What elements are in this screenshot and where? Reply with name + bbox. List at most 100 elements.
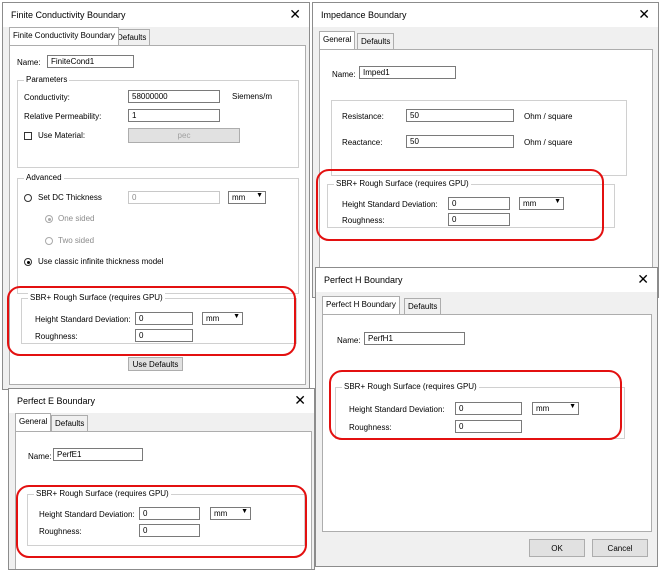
conductivity-label: Conductivity: xyxy=(24,93,70,102)
height-std-dev-input[interactable]: 0 xyxy=(139,507,200,520)
name-label: Name: xyxy=(337,336,361,345)
sbr-rough-surface-group: SBR+ Rough Surface (requires GPU) Height… xyxy=(21,293,297,344)
tab-defaults[interactable]: Defaults xyxy=(51,415,89,431)
tab-perfect-h[interactable]: Perfect H Boundary xyxy=(322,296,400,314)
conductivity-input[interactable]: 58000000 xyxy=(128,90,220,103)
permeability-input[interactable]: 1 xyxy=(128,109,220,122)
sbr-rough-surface-group: SBR+ Rough Surface (requires GPU) Height… xyxy=(335,382,625,439)
roughness-input[interactable]: 0 xyxy=(135,329,193,342)
tab-bar: Finite Conductivity Boundary Defaults xyxy=(9,27,299,45)
ok-button[interactable]: OK xyxy=(529,539,585,557)
impedance-group: Resistance: 50 Ohm / square Reactance: 5… xyxy=(331,100,627,176)
height-unit-select[interactable]: mm ▼ xyxy=(210,507,251,520)
name-input[interactable]: Imped1 xyxy=(359,66,456,79)
tab-general[interactable]: General xyxy=(15,413,52,431)
tab-panel: Name: Imped1 Resistance: 50 Ohm / square… xyxy=(319,49,653,293)
name-label: Name: xyxy=(332,70,356,79)
permeability-label: Relative Permeability: xyxy=(24,112,102,121)
height-unit-select[interactable]: mm ▼ xyxy=(532,402,579,415)
conductivity-unit: Siemens/m xyxy=(232,92,273,101)
two-sided-radio[interactable] xyxy=(45,237,53,245)
perfect-e-boundary-dialog: Perfect E Boundary ✕ General Defaults Na… xyxy=(8,388,315,570)
close-icon[interactable]: ✕ xyxy=(294,392,306,408)
parameters-label: Parameters xyxy=(24,75,70,84)
parameters-group: Parameters Conductivity: 58000000 Siemen… xyxy=(17,75,299,168)
roughness-label: Roughness: xyxy=(35,332,78,341)
tab-defaults[interactable]: Defaults xyxy=(357,33,395,49)
close-icon[interactable]: ✕ xyxy=(638,6,650,22)
title-bar: Perfect H Boundary ✕ xyxy=(316,268,657,292)
finite-conductivity-dialog: Finite Conductivity Boundary ✕ Finite Co… xyxy=(2,2,310,390)
dialog-title: Impedance Boundary xyxy=(321,10,407,20)
dialog-title: Finite Conductivity Boundary xyxy=(11,10,126,20)
sbr-rough-surface-group: SBR+ Rough Surface (requires GPU) Height… xyxy=(27,489,305,546)
reactance-label: Reactance: xyxy=(342,138,383,147)
height-std-dev-input[interactable]: 0 xyxy=(135,312,193,325)
dc-thickness-unit-select[interactable]: mm ▼ xyxy=(228,191,266,204)
use-material-label: Use Material: xyxy=(38,131,86,140)
height-unit: mm xyxy=(214,509,228,518)
tab-panel: Name: PerfE1 SBR+ Rough Surface (require… xyxy=(15,431,312,569)
perfect-h-boundary-dialog: Perfect H Boundary ✕ Perfect H Boundary … xyxy=(315,267,658,567)
dc-thickness-radio[interactable] xyxy=(24,194,32,202)
one-sided-label: One sided xyxy=(58,214,95,223)
advanced-label: Advanced xyxy=(24,173,64,182)
height-unit-select[interactable]: mm ▼ xyxy=(202,312,243,325)
name-label: Name: xyxy=(17,58,41,67)
material-button[interactable]: pec xyxy=(128,128,240,143)
sbr-rough-surface-group: SBR+ Rough Surface (requires GPU) Height… xyxy=(327,179,615,228)
chevron-down-icon: ▼ xyxy=(233,313,240,320)
sbr-rough-surface-label: SBR+ Rough Surface (requires GPU) xyxy=(334,179,471,188)
roughness-input[interactable]: 0 xyxy=(139,524,200,537)
chevron-down-icon: ▼ xyxy=(256,192,263,199)
cancel-button[interactable]: Cancel xyxy=(592,539,648,557)
resistance-input[interactable]: 50 xyxy=(406,109,514,122)
tab-bar: Perfect H Boundary Defaults xyxy=(322,296,652,314)
name-input[interactable]: PerfH1 xyxy=(364,332,465,345)
chevron-down-icon: ▼ xyxy=(554,198,561,205)
roughness-input[interactable]: 0 xyxy=(448,213,510,226)
title-bar: Impedance Boundary ✕ xyxy=(313,3,658,27)
two-sided-label: Two sided xyxy=(58,236,95,245)
tab-panel: Name: PerfH1 SBR+ Rough Surface (require… xyxy=(322,314,652,532)
tab-general[interactable]: General xyxy=(319,31,356,49)
use-material-checkbox[interactable] xyxy=(24,132,32,140)
name-label: Name: xyxy=(28,452,52,461)
classic-model-label: Use classic infinite thickness model xyxy=(38,257,164,266)
height-std-dev-input[interactable]: 0 xyxy=(455,402,522,415)
name-input[interactable]: PerfE1 xyxy=(53,448,143,461)
reactance-input[interactable]: 50 xyxy=(406,135,514,148)
tab-panel: Name: FiniteCond1 Parameters Conductivit… xyxy=(9,45,306,385)
dc-thickness-input[interactable]: 0 xyxy=(128,191,220,204)
height-std-dev-label: Height Standard Deviation: xyxy=(342,200,438,209)
dc-thickness-unit: mm xyxy=(232,193,246,202)
name-input[interactable]: FiniteCond1 xyxy=(47,55,134,68)
one-sided-radio[interactable] xyxy=(45,215,53,223)
height-unit: mm xyxy=(523,199,537,208)
resistance-unit: Ohm / square xyxy=(524,112,573,121)
roughness-label: Roughness: xyxy=(342,216,385,225)
close-icon[interactable]: ✕ xyxy=(637,271,649,287)
height-std-dev-label: Height Standard Deviation: xyxy=(35,315,131,324)
title-bar: Perfect E Boundary ✕ xyxy=(9,389,314,413)
sbr-rough-surface-label: SBR+ Rough Surface (requires GPU) xyxy=(28,293,165,302)
tab-finite-conductivity[interactable]: Finite Conductivity Boundary xyxy=(9,27,119,45)
close-icon[interactable]: ✕ xyxy=(289,6,301,22)
roughness-label: Roughness: xyxy=(39,527,82,536)
sbr-rough-surface-label: SBR+ Rough Surface (requires GPU) xyxy=(342,382,479,391)
impedance-boundary-dialog: Impedance Boundary ✕ General Defaults Na… xyxy=(312,2,659,298)
advanced-group: Advanced Set DC Thickness 0 mm ▼ One sid… xyxy=(17,173,299,294)
height-unit: mm xyxy=(206,314,220,323)
chevron-down-icon: ▼ xyxy=(569,403,576,410)
height-std-dev-label: Height Standard Deviation: xyxy=(349,405,445,414)
dc-thickness-label: Set DC Thickness xyxy=(38,193,102,202)
classic-model-radio[interactable] xyxy=(24,258,32,266)
tab-defaults[interactable]: Defaults xyxy=(404,298,442,314)
roughness-label: Roughness: xyxy=(349,423,392,432)
height-std-dev-input[interactable]: 0 xyxy=(448,197,510,210)
height-unit: mm xyxy=(536,404,550,413)
tab-bar: General Defaults xyxy=(15,413,305,431)
use-defaults-button[interactable]: Use Defaults xyxy=(128,357,183,371)
roughness-input[interactable]: 0 xyxy=(455,420,522,433)
height-unit-select[interactable]: mm ▼ xyxy=(519,197,564,210)
